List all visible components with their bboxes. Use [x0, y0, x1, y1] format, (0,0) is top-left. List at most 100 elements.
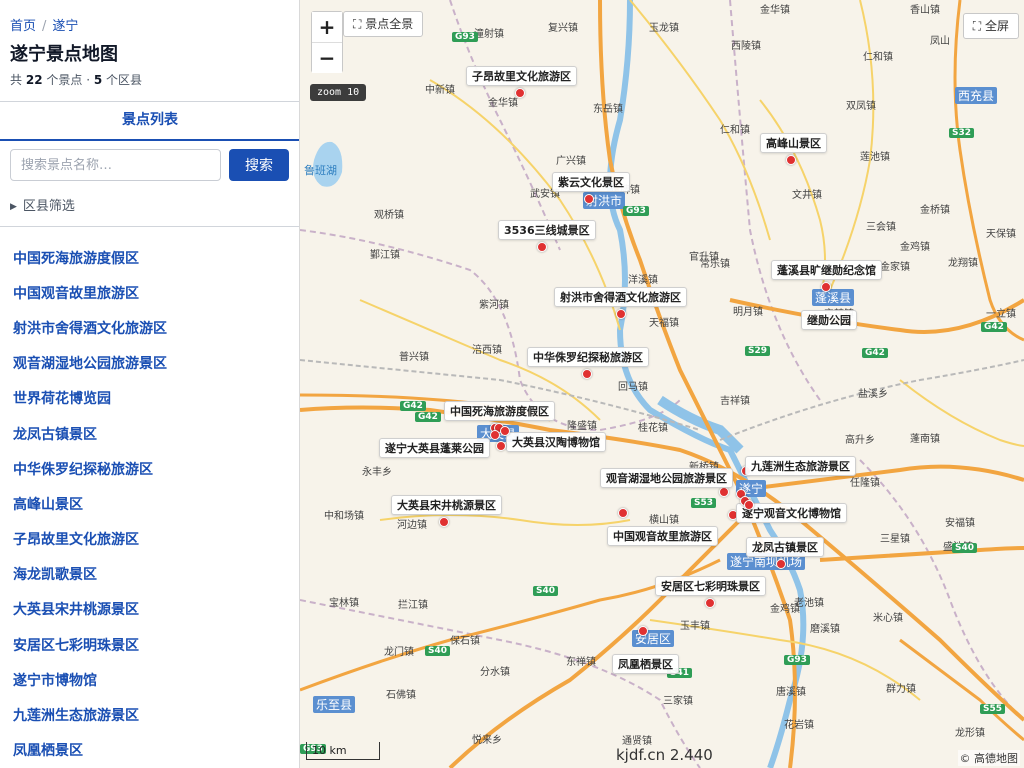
scenic-marker-pin-icon[interactable] — [719, 487, 729, 497]
spot-name-link[interactable]: 大英县宋井桃源景区 — [13, 599, 139, 619]
town-label: 花岩镇 — [784, 720, 814, 731]
scenic-marker-label[interactable]: 紫云文化景区 — [552, 172, 630, 192]
town-label: 唐溪镇 — [776, 687, 806, 698]
scenic-marker-pin-icon[interactable] — [582, 369, 592, 379]
spot-list-item[interactable]: 中国观音故里旅游区 — [0, 275, 299, 310]
town-label: 涪西镇 — [472, 345, 502, 356]
district-filter-toggle[interactable]: ▶ 区县筛选 — [10, 195, 75, 214]
scenic-marker-pin-icon[interactable] — [490, 430, 500, 440]
spot-list-item[interactable]: 遂宁市博物馆 — [0, 662, 299, 697]
spot-name-link[interactable]: 射洪市舍得酒文化旅游区 — [13, 318, 167, 338]
scenic-marker-pin-icon[interactable] — [821, 282, 831, 292]
scenic-marker-pin-icon[interactable] — [638, 626, 648, 636]
town-label: 一立镇 — [986, 309, 1016, 320]
zoom-in-button[interactable]: + — [312, 12, 342, 42]
spot-list-item[interactable]: 高峰山景区 — [0, 486, 299, 521]
watermark: kjdf.cn 2.440 — [616, 746, 713, 764]
full-view-button[interactable]: ⛶ 景点全景 — [343, 11, 424, 37]
town-label: 龙翔镇 — [948, 258, 978, 269]
town-label: 河边镇 — [397, 520, 427, 531]
spot-name-link[interactable]: 高峰山景区 — [13, 494, 83, 514]
highway-shield: S40 — [533, 586, 559, 596]
scenic-marker-pin-icon[interactable] — [744, 500, 754, 510]
tab-spot-list[interactable]: 景点列表 — [0, 102, 299, 141]
breadcrumb-home-link[interactable]: 首页 — [10, 19, 36, 34]
spot-name-link[interactable]: 中国观音故里旅游区 — [13, 283, 139, 303]
search-button[interactable]: 搜索 — [229, 149, 289, 181]
spot-list-item[interactable]: 凤凰栖景区 — [0, 733, 299, 768]
scenic-marker-label[interactable]: 子昂故里文化旅游区 — [466, 66, 577, 86]
scenic-marker-label[interactable]: 中国死海旅游度假区 — [444, 401, 555, 421]
scenic-marker-pin-icon[interactable] — [439, 517, 449, 527]
spot-list-item[interactable]: 世界荷花博览园 — [0, 381, 299, 416]
scenic-marker-pin-icon[interactable] — [616, 309, 626, 319]
town-label: 复兴镇 — [548, 23, 578, 34]
scenic-marker-pin-icon[interactable] — [618, 508, 628, 518]
scenic-marker-pin-icon[interactable] — [786, 155, 796, 165]
town-label: 高升乡 — [845, 435, 875, 446]
map-canvas[interactable]: 鲁班湖 潼射镇 复兴镇 玉龙镇 金华镇 香山镇 西陵镇 仁和镇 凤山 中新镇 金华镇 东岳镇 仁和镇双… — [300, 0, 1024, 768]
spot-name-link[interactable]: 中华侏罗纪探秘旅游区 — [13, 459, 153, 479]
scenic-marker-label[interactable]: 大英县汉陶博物馆 — [506, 432, 606, 452]
town-label: 安福镇 — [945, 518, 975, 529]
spot-list-item[interactable]: 安居区七彩明珠景区 — [0, 627, 299, 662]
spot-name-link[interactable]: 海龙凯歌景区 — [13, 564, 97, 584]
town-label: 三会镇 — [866, 222, 896, 233]
scenic-marker-label[interactable]: 遂宁大英县蓬莱公园 — [379, 438, 490, 458]
scenic-marker-pin-icon[interactable] — [515, 88, 525, 98]
spot-list-item[interactable]: 九莲洲生态旅游景区 — [0, 697, 299, 732]
scenic-marker-label[interactable]: 凤凰栖景区 — [612, 654, 679, 674]
scenic-marker-pin-icon[interactable] — [496, 441, 506, 451]
spot-list-item[interactable]: 海龙凯歌景区 — [0, 557, 299, 592]
scenic-marker-label[interactable]: 3536三线城景区 — [498, 220, 596, 240]
town-label: 桂花镇 — [638, 423, 668, 434]
town-label: 金桥镇 — [920, 205, 950, 216]
scenic-marker-pin-icon[interactable] — [584, 194, 594, 204]
scenic-marker-pin-icon[interactable] — [500, 426, 510, 436]
scenic-marker-label[interactable]: 安居区七彩明珠景区 — [655, 576, 766, 596]
scenic-marker-label[interactable]: 中国观音故里旅游区 — [607, 526, 718, 546]
spot-list-item[interactable]: 大英县宋井桃源景区 — [0, 592, 299, 627]
spot-list-item[interactable]: 中华侏罗纪探秘旅游区 — [0, 451, 299, 486]
town-label: 蓬南镇 — [910, 434, 940, 445]
spot-name-link[interactable]: 凤凰栖景区 — [13, 740, 83, 760]
scenic-marker-label[interactable]: 中华侏罗纪探秘旅游区 — [527, 347, 649, 367]
scenic-marker-label[interactable]: 蓬溪县旷继勋纪念馆 — [771, 260, 882, 280]
spot-list-item[interactable]: 观音湖湿地公园旅游景区 — [0, 346, 299, 381]
scenic-marker-label[interactable]: 龙凤古镇景区 — [746, 537, 824, 557]
town-label: 群力镇 — [886, 684, 916, 695]
town-label: 盐溪乡 — [858, 389, 888, 400]
spot-name-link[interactable]: 九莲洲生态旅游景区 — [13, 705, 139, 725]
spot-name-link[interactable]: 遂宁市博物馆 — [13, 670, 97, 690]
breadcrumb-current-link[interactable]: 遂宁 — [52, 19, 78, 34]
fullscreen-button[interactable]: ⛶ 全屏 — [962, 13, 1019, 39]
map-attribution: © 高德地图 — [957, 750, 1020, 766]
spot-name-link[interactable]: 子昂故里文化旅游区 — [13, 529, 139, 549]
spot-list-item[interactable]: 子昂故里文化旅游区 — [0, 522, 299, 557]
town-label: 中新镇 — [425, 85, 455, 96]
highway-shield: S55 — [980, 704, 1006, 714]
zoom-out-button[interactable]: − — [312, 43, 342, 73]
spot-list-item[interactable]: 龙凤古镇景区 — [0, 416, 299, 451]
spot-name-link[interactable]: 安居区七彩明珠景区 — [13, 635, 139, 655]
spot-name-link[interactable]: 龙凤古镇景区 — [13, 424, 97, 444]
scenic-marker-pin-icon[interactable] — [537, 242, 547, 252]
scenic-marker-label[interactable]: 九莲洲生态旅游景区 — [745, 456, 856, 476]
city-label: 乐至县 — [313, 696, 356, 713]
search-input[interactable] — [10, 149, 221, 181]
scenic-marker-pin-icon[interactable] — [776, 559, 786, 569]
town-label: 金华镇 — [760, 5, 790, 16]
scenic-marker-pin-icon[interactable] — [705, 598, 715, 608]
scenic-marker-label[interactable]: 观音湖湿地公园旅游景区 — [600, 468, 733, 488]
spot-list-item[interactable]: 中国死海旅游度假区 — [0, 240, 299, 275]
scenic-marker-label[interactable]: 射洪市舍得酒文化旅游区 — [554, 287, 687, 307]
scenic-marker-label[interactable]: 大英县宋井桃源景区 — [391, 495, 502, 515]
spot-name-link[interactable]: 观音湖湿地公园旅游景区 — [13, 353, 167, 373]
spot-name-link[interactable]: 中国死海旅游度假区 — [13, 248, 139, 268]
scenic-marker-label[interactable]: 继勋公园 — [801, 310, 857, 330]
city-label: 西充县 — [955, 87, 998, 104]
district-filter-label: 区县筛选 — [22, 199, 75, 214]
spot-list-item[interactable]: 射洪市舍得酒文化旅游区 — [0, 310, 299, 345]
scenic-marker-label[interactable]: 高峰山景区 — [760, 133, 827, 153]
spot-name-link[interactable]: 世界荷花博览园 — [13, 388, 111, 408]
